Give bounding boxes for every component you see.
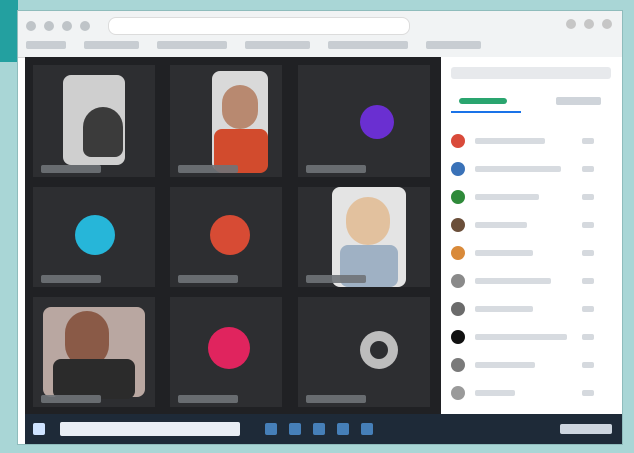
participant-avatar [451, 134, 465, 148]
participant-avatar [360, 105, 394, 139]
participant-name [475, 306, 533, 312]
participant-row[interactable] [451, 267, 616, 295]
participant-tile-6[interactable] [298, 187, 430, 287]
participants-panel [441, 57, 622, 414]
taskbar-search[interactable] [60, 422, 240, 436]
participant-row[interactable] [451, 211, 616, 239]
participant-avatar [451, 190, 465, 204]
extension-icon[interactable] [566, 19, 576, 29]
bookmark-item[interactable] [26, 41, 66, 49]
participant-avatar [451, 246, 465, 260]
participant-tile-9[interactable] [298, 297, 430, 407]
participant-name [475, 250, 533, 256]
participant-avatar [451, 386, 465, 400]
participant-name [178, 395, 238, 403]
address-bar[interactable] [108, 17, 410, 35]
mic-icon[interactable] [582, 250, 594, 256]
profile-icon[interactable] [584, 19, 594, 29]
bookmarks-bar [26, 39, 481, 51]
participant-tile-4[interactable] [33, 187, 155, 287]
participant-name [41, 165, 101, 173]
start-icon[interactable] [33, 423, 45, 435]
participant-row[interactable] [451, 323, 616, 351]
participant-name [475, 222, 527, 228]
mic-icon[interactable] [582, 138, 594, 144]
participant-tile-2[interactable] [170, 65, 282, 177]
participant-avatar [75, 215, 115, 255]
bookmark-item[interactable] [84, 41, 139, 49]
participant-name [475, 166, 561, 172]
tab-participants[interactable] [451, 93, 521, 113]
participant-name [475, 362, 535, 368]
bookmark-item[interactable] [245, 41, 310, 49]
participant-avatar [451, 302, 465, 316]
participant-name [41, 275, 101, 283]
participant-avatar [451, 358, 465, 372]
browser-toolbar [18, 11, 622, 58]
bookmark-item[interactable] [426, 41, 481, 49]
mic-icon[interactable] [582, 362, 594, 368]
participant-name [475, 334, 567, 340]
participant-name [306, 395, 366, 403]
participant-tile-8[interactable] [170, 297, 282, 407]
mic-icon[interactable] [582, 194, 594, 200]
participant-name [306, 275, 366, 283]
participant-row[interactable] [451, 155, 616, 183]
participant-name [475, 390, 515, 396]
back-icon[interactable] [26, 21, 36, 31]
tab-chat[interactable] [556, 97, 601, 105]
mic-icon[interactable] [582, 390, 594, 396]
participant-tile-5[interactable] [170, 187, 282, 287]
participant-name [306, 165, 366, 173]
mic-icon[interactable] [582, 222, 594, 228]
taskbar [25, 414, 622, 444]
participant-avatar [451, 274, 465, 288]
participant-name [475, 194, 539, 200]
participant-tile-1[interactable] [33, 65, 155, 177]
participant-tile-3[interactable] [298, 65, 430, 177]
video-grid [25, 57, 441, 414]
mic-icon[interactable] [582, 334, 594, 340]
browser-nav [26, 19, 90, 33]
clock [560, 424, 612, 434]
browser-actions [566, 19, 612, 29]
browser-icon[interactable] [361, 423, 373, 435]
home-icon[interactable] [80, 21, 90, 31]
participant-avatar [451, 218, 465, 232]
participant-row[interactable] [451, 239, 616, 267]
participant-row[interactable] [451, 379, 616, 407]
mic-icon[interactable] [582, 306, 594, 312]
participant-name [475, 138, 545, 144]
participant-avatar [451, 330, 465, 344]
teal-accent [0, 0, 18, 62]
participant-tile-7[interactable] [33, 297, 155, 407]
meet-icon[interactable] [289, 423, 301, 435]
mic-icon[interactable] [582, 166, 594, 172]
participant-avatar [451, 162, 465, 176]
participant-name [41, 395, 101, 403]
menu-icon[interactable] [602, 19, 612, 29]
mail-icon[interactable] [313, 423, 325, 435]
forward-icon[interactable] [44, 21, 54, 31]
participant-avatar [208, 327, 250, 369]
panel-tabs [451, 93, 611, 113]
taskbar-icons [265, 423, 373, 435]
mic-icon[interactable] [582, 278, 594, 284]
avatar-detail [370, 341, 388, 359]
participant-name [178, 275, 238, 283]
participant-name [178, 165, 238, 173]
bookmark-item[interactable] [157, 41, 227, 49]
refresh-icon[interactable] [62, 21, 72, 31]
explorer-icon[interactable] [337, 423, 349, 435]
participant-name [475, 278, 551, 284]
participant-row[interactable] [451, 183, 616, 211]
search-icon[interactable] [265, 423, 277, 435]
panel-header [451, 67, 611, 79]
participant-row[interactable] [451, 351, 616, 379]
participant-row[interactable] [451, 127, 616, 155]
participants-list [451, 127, 616, 407]
bookmark-item[interactable] [328, 41, 408, 49]
participant-row[interactable] [451, 295, 616, 323]
participant-avatar [210, 215, 250, 255]
